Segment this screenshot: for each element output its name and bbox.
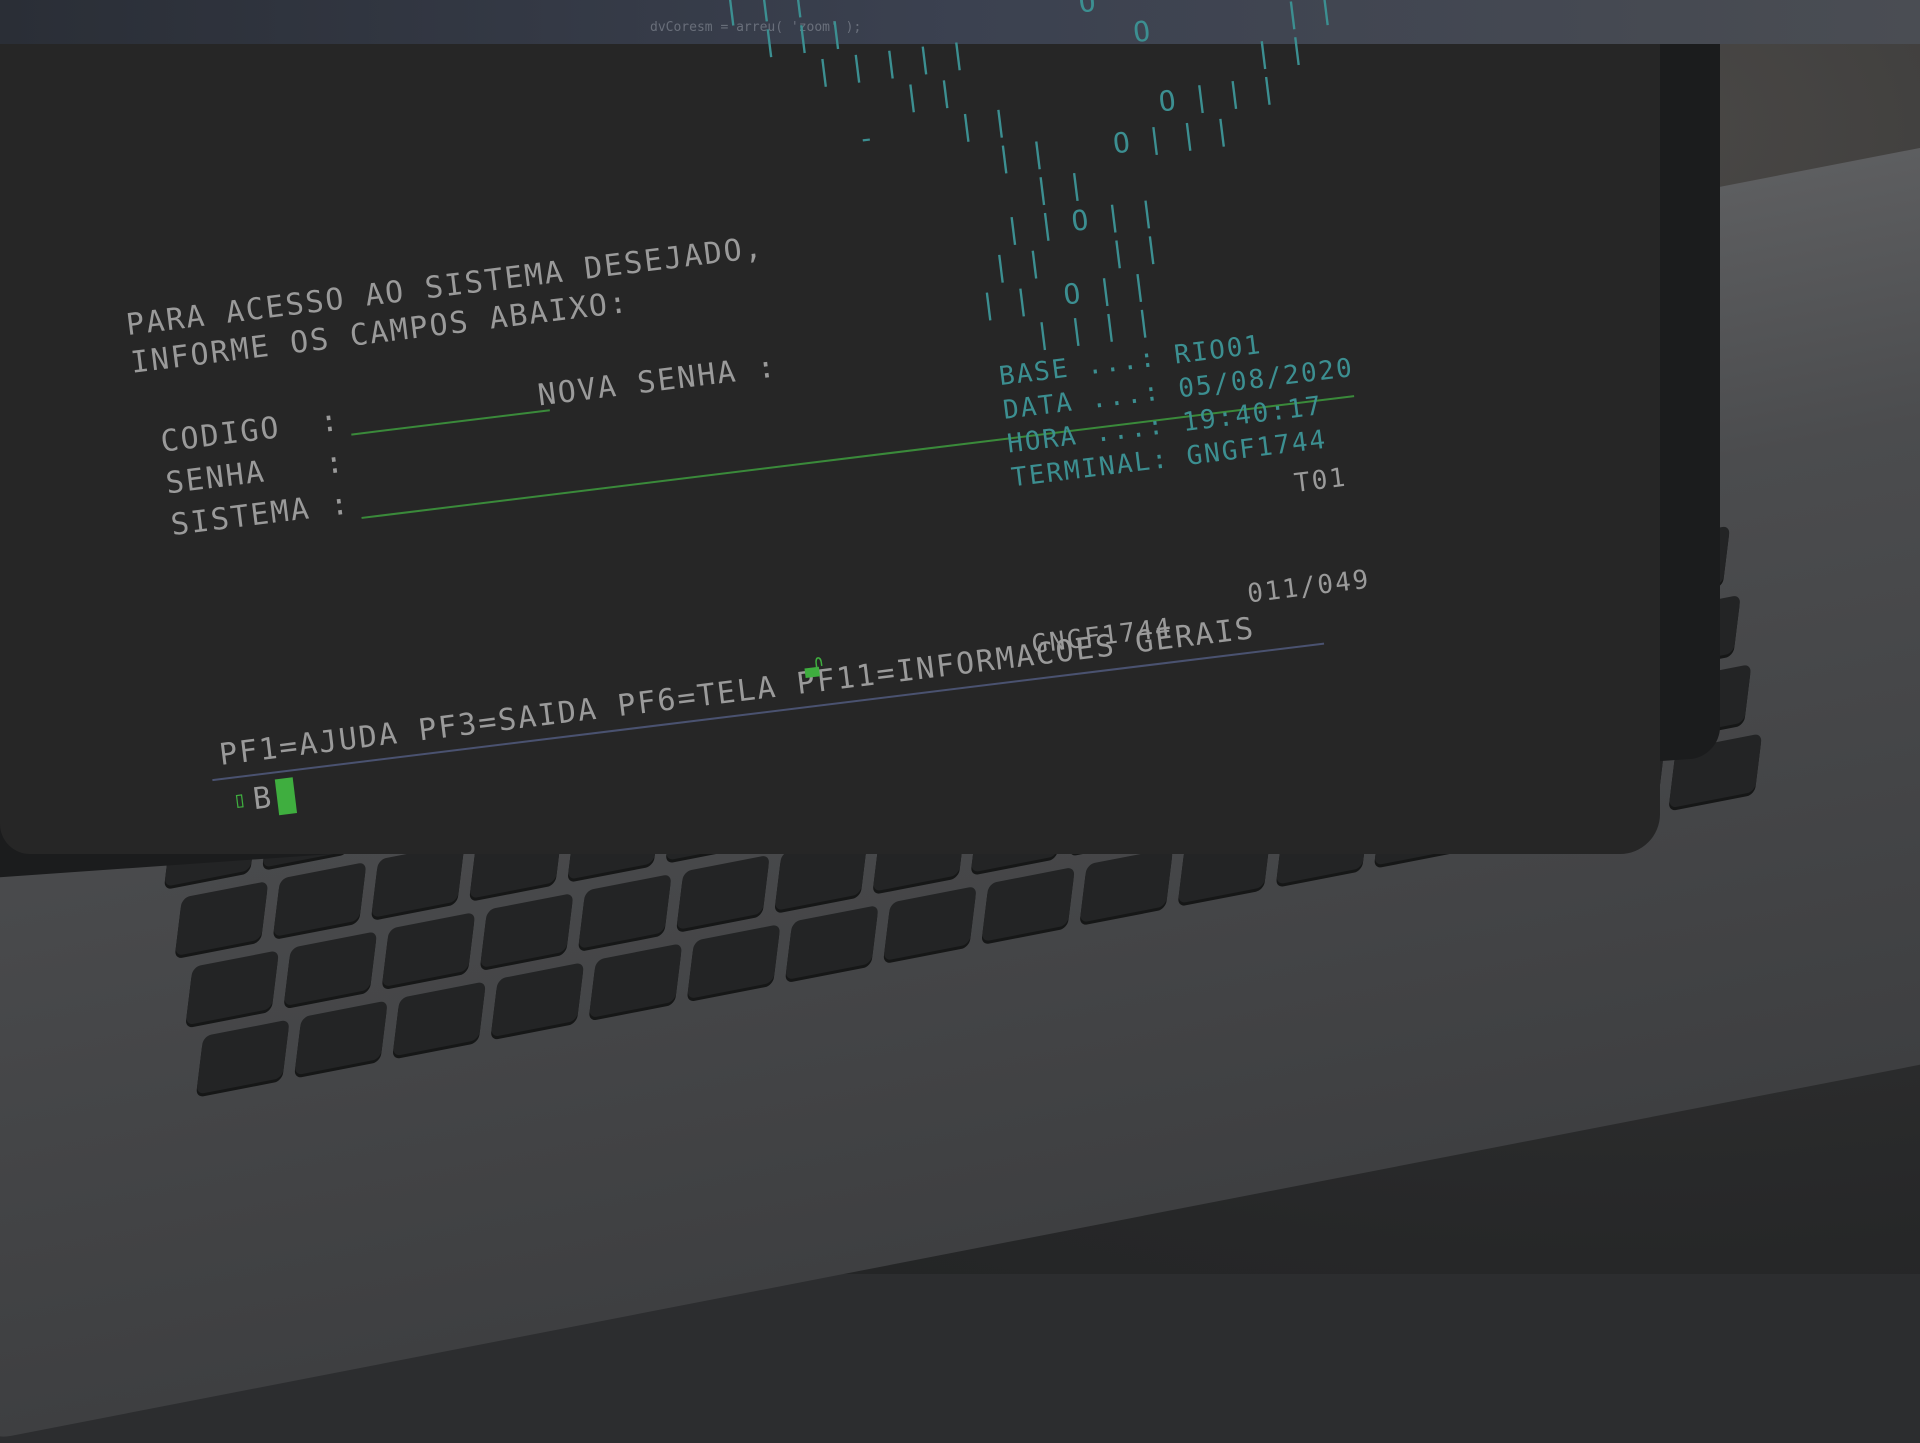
terminal-content: | | | O | | | | | O O | | | | | | | O | …: [0, 0, 1920, 1297]
nova-senha-label: NOVA SENHA :: [535, 349, 780, 414]
status-divider: [212, 642, 1325, 782]
terminal-cursor: [274, 777, 298, 816]
cursor-position: 011/049: [1245, 564, 1372, 610]
codigo-field[interactable]: [351, 409, 550, 436]
ascii-art: | | | O | | | | | O O | | | | | | | O | …: [671, 0, 1372, 392]
input-lock-icon: ▯: [231, 786, 250, 814]
session-code: T01: [1292, 462, 1349, 499]
status-prefix: B: [250, 779, 276, 818]
unlock-icon: 🔓︎: [800, 645, 826, 687]
